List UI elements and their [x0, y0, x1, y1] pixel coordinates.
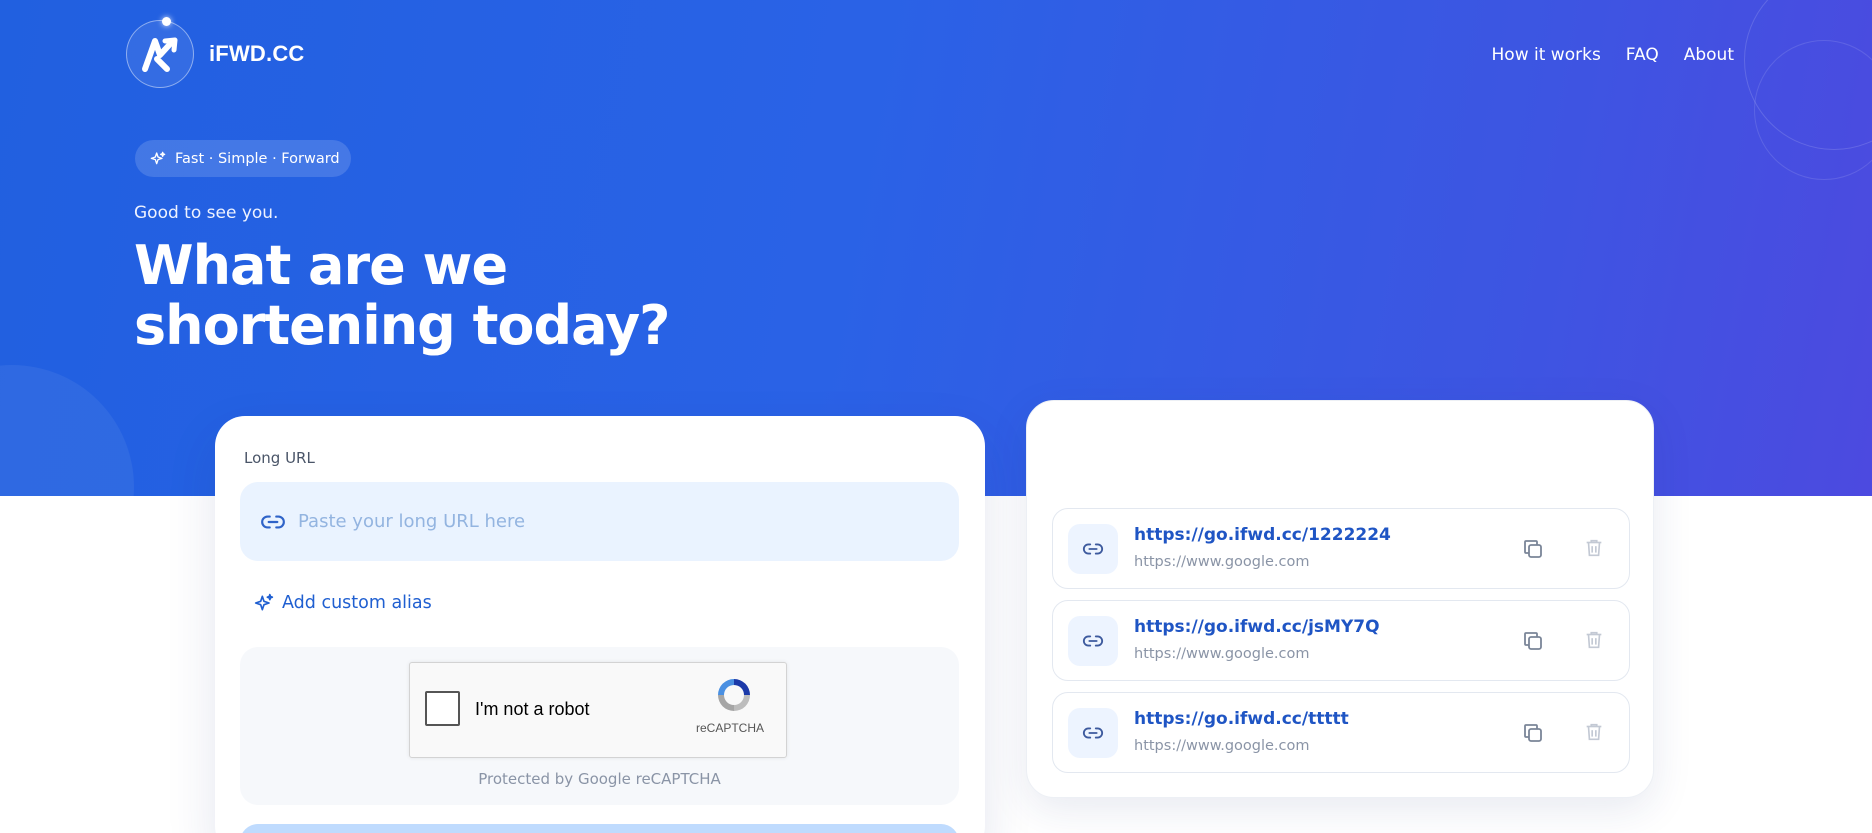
nav-about[interactable]: About — [1684, 45, 1734, 65]
short-url-link[interactable]: https://go.ifwd.cc/ttttt — [1134, 709, 1349, 729]
short-url-link[interactable]: https://go.ifwd.cc/jsMY7Q — [1134, 617, 1380, 637]
recaptcha-label: I'm not a robot — [475, 699, 590, 719]
history-item: https://go.ifwd.cc/ttttt https://www.goo… — [1052, 692, 1630, 773]
short-url-link[interactable]: https://go.ifwd.cc/1222224 — [1134, 525, 1391, 545]
link-icon — [261, 515, 285, 528]
logo-sparkle-dot — [162, 17, 171, 26]
brand-name[interactable]: iFWD.CC — [209, 41, 305, 67]
trash-icon[interactable] — [1583, 629, 1605, 655]
top-nav: How it works FAQ About — [1492, 45, 1734, 65]
link-icon — [1068, 616, 1118, 666]
link-icon — [1068, 708, 1118, 758]
original-url: https://www.google.com — [1134, 646, 1310, 662]
headline-line-1: What are we — [134, 234, 508, 297]
long-url-field[interactable] — [240, 482, 959, 561]
page-headline: What are we shortening today? — [134, 234, 670, 357]
original-url: https://www.google.com — [1134, 738, 1310, 754]
nav-how-it-works[interactable]: How it works — [1492, 45, 1601, 65]
trash-icon[interactable] — [1583, 537, 1605, 563]
history-item: https://go.ifwd.cc/jsMY7Q https://www.go… — [1052, 600, 1630, 681]
recaptcha-checkbox[interactable] — [425, 691, 460, 726]
copy-icon[interactable] — [1521, 629, 1545, 657]
copy-icon[interactable] — [1521, 537, 1545, 565]
original-url: https://www.google.com — [1134, 554, 1310, 570]
long-url-input[interactable] — [298, 511, 918, 532]
shorten-form-card: Long URL Add custom alias I'm not a robo… — [215, 416, 985, 833]
captcha-note: Protected by Google reCAPTCHA — [478, 770, 721, 788]
recaptcha-brand: reCAPTCHA — [696, 721, 765, 735]
add-custom-alias-button[interactable]: Add custom alias — [254, 593, 432, 613]
recaptcha-widget: I'm not a robot reCAPTCHA — [409, 662, 787, 758]
decorative-circle — [0, 365, 134, 496]
headline-line-2: shortening today? — [134, 294, 670, 357]
copy-icon[interactable] — [1521, 721, 1545, 749]
nav-faq[interactable]: FAQ — [1626, 45, 1659, 65]
recent-links-panel: https://go.ifwd.cc/1222224 https://www.g… — [1026, 400, 1654, 798]
history-item: https://go.ifwd.cc/1222224 https://www.g… — [1052, 508, 1630, 589]
recaptcha-logo-icon — [714, 675, 754, 719]
add-custom-alias-label: Add custom alias — [282, 593, 432, 613]
trash-icon[interactable] — [1583, 721, 1605, 747]
sparkle-icon — [254, 593, 274, 611]
link-icon — [1068, 524, 1118, 574]
tagline-text: Fast · Simple · Forward — [175, 150, 340, 167]
long-url-label: Long URL — [244, 449, 315, 467]
arrow-logo-icon[interactable] — [126, 20, 194, 88]
captcha-section: I'm not a robot reCAPTCHA Protected by G… — [240, 647, 959, 805]
sparkle-icon — [150, 151, 166, 164]
tagline-pill: Fast · Simple · Forward — [135, 140, 351, 177]
shorten-button[interactable] — [240, 824, 959, 833]
greeting-text: Good to see you. — [134, 203, 279, 223]
